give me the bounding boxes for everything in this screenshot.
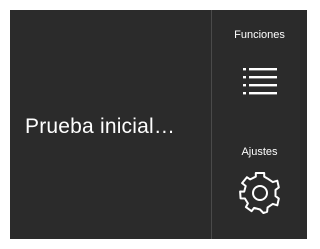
settings-button[interactable]: Ajustes (212, 128, 307, 239)
functions-button[interactable]: Funciones (212, 10, 307, 120)
main-panel: Prueba inicial… (10, 10, 212, 239)
sidebar: Funciones Ajustes (212, 10, 307, 239)
gear-icon (238, 172, 280, 214)
functions-label: Funciones (234, 29, 285, 41)
list-icon (242, 68, 277, 95)
status-message: Prueba inicial… (25, 115, 176, 138)
device-screen: Prueba inicial… Funciones Ajustes (10, 10, 307, 239)
settings-label: Ajustes (241, 146, 278, 158)
